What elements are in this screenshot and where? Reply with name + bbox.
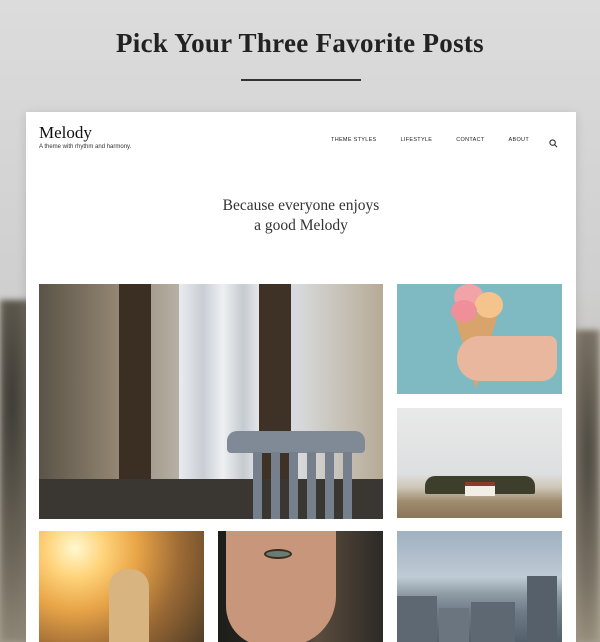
nav-item-lifestyle[interactable]: Lifestyle bbox=[401, 137, 433, 143]
search-icon[interactable] bbox=[549, 135, 558, 148]
post-image-freckled-face[interactable] bbox=[218, 531, 383, 642]
site-tagline: A theme with rhythm and harmony. bbox=[39, 144, 132, 150]
theme-preview-card: Melody A theme with rhythm and harmony. … bbox=[26, 112, 576, 642]
main-nav: Theme Styles Lifestyle Contact About bbox=[307, 135, 558, 148]
post-image-ice-cream[interactable] bbox=[397, 284, 562, 394]
post-image-farmhouse[interactable] bbox=[397, 408, 562, 518]
headline-line-1: Because everyone enjoys bbox=[222, 197, 380, 214]
title-divider bbox=[241, 79, 361, 81]
nav-item-contact[interactable]: Contact bbox=[456, 137, 484, 143]
post-image-sunset-girl[interactable] bbox=[39, 531, 204, 642]
hero-headline: Because everyone enjoys a good Melody bbox=[26, 196, 576, 236]
page-title: Pick Your Three Favorite Posts bbox=[116, 28, 484, 58]
post-image-paris-rooftops[interactable] bbox=[397, 531, 562, 642]
headline-line-2: a good Melody bbox=[254, 217, 348, 234]
nav-item-theme-styles[interactable]: Theme Styles bbox=[331, 137, 376, 143]
site-brand[interactable]: Melody bbox=[39, 123, 92, 143]
nav-item-about[interactable]: About bbox=[509, 137, 529, 143]
post-image-window-chair[interactable] bbox=[39, 284, 383, 519]
